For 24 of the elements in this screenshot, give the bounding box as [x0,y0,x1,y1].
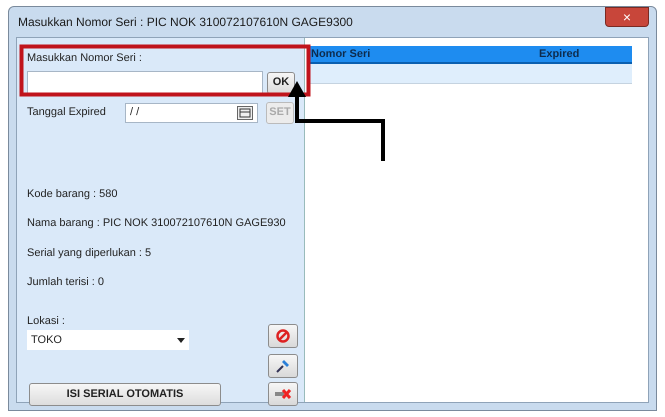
field-label: Masukkan Nomor Seri : [27,51,143,66]
field-label: Tanggal Expired [27,105,107,120]
pin-button[interactable] [268,354,298,378]
info-text: Serial yang diperlukan : 5 [27,246,152,260]
column-header[interactable]: Nomor Seri [308,46,536,62]
cancel-button[interactable] [268,324,298,348]
delete-icon [274,387,292,401]
prohibited-icon [276,329,290,343]
date-field[interactable]: / / [125,102,258,122]
auto-fill-button[interactable]: ISI SERIAL OTOMATIS [29,382,221,406]
pin-icon [275,358,291,374]
delete-button[interactable] [268,382,298,406]
info-text: Nama barang : PIC NOK 310072107610N GAGE930 [27,216,286,231]
close-button[interactable]: × [605,7,649,27]
ok-button[interactable]: OK [267,72,295,94]
serial-input[interactable] [27,70,263,94]
field-label: Lokasi : [27,314,66,328]
calendar-icon[interactable] [237,106,253,120]
info-text: Jumlah terisi : 0 [27,275,104,290]
window-title: Masukkan Nomor Seri : PIC NOK 310072107610N GAGE9300 [17,14,353,31]
location-dropdown[interactable]: TOKO [27,330,189,350]
dropdown-arrow-icon [177,338,185,342]
column-header[interactable]: Expired [536,46,580,62]
info-text: Kode barang : 580 [27,186,118,202]
